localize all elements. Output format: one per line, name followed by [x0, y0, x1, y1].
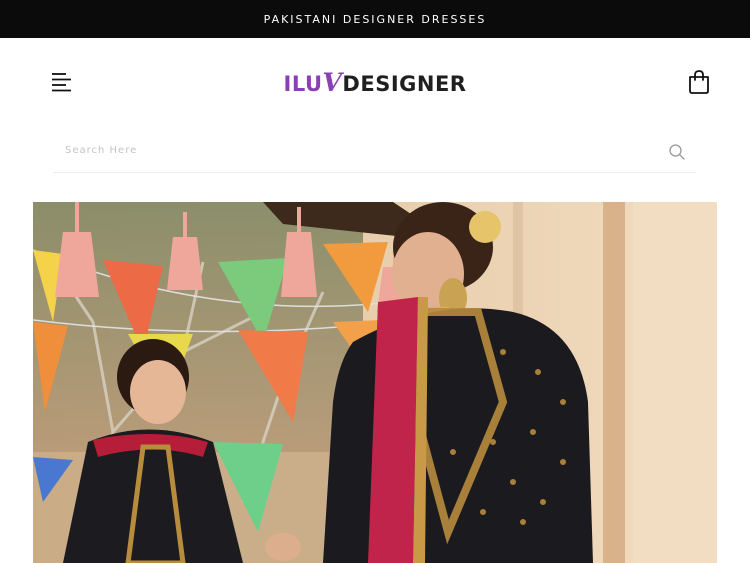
- search-input[interactable]: [53, 130, 665, 170]
- announcement-text: PAKISTANI DESIGNER DRESSES: [263, 12, 487, 26]
- logo-part-designer: DESIGNER: [342, 72, 467, 96]
- hero-photo: [33, 202, 717, 563]
- site-header: ILUVDESIGNER: [0, 38, 750, 130]
- site-logo[interactable]: ILUVDESIGNER: [0, 68, 750, 97]
- logo-part-ilu: ILU: [283, 72, 323, 96]
- cart-button[interactable]: [687, 69, 711, 95]
- hero-banner-image[interactable]: [33, 202, 717, 563]
- logo-part-v: V: [322, 68, 343, 97]
- search-bar: [53, 130, 696, 173]
- search-icon[interactable]: [668, 143, 686, 161]
- announcement-bar: PAKISTANI DESIGNER DRESSES: [0, 0, 750, 38]
- shopping-bag-icon: [689, 70, 709, 94]
